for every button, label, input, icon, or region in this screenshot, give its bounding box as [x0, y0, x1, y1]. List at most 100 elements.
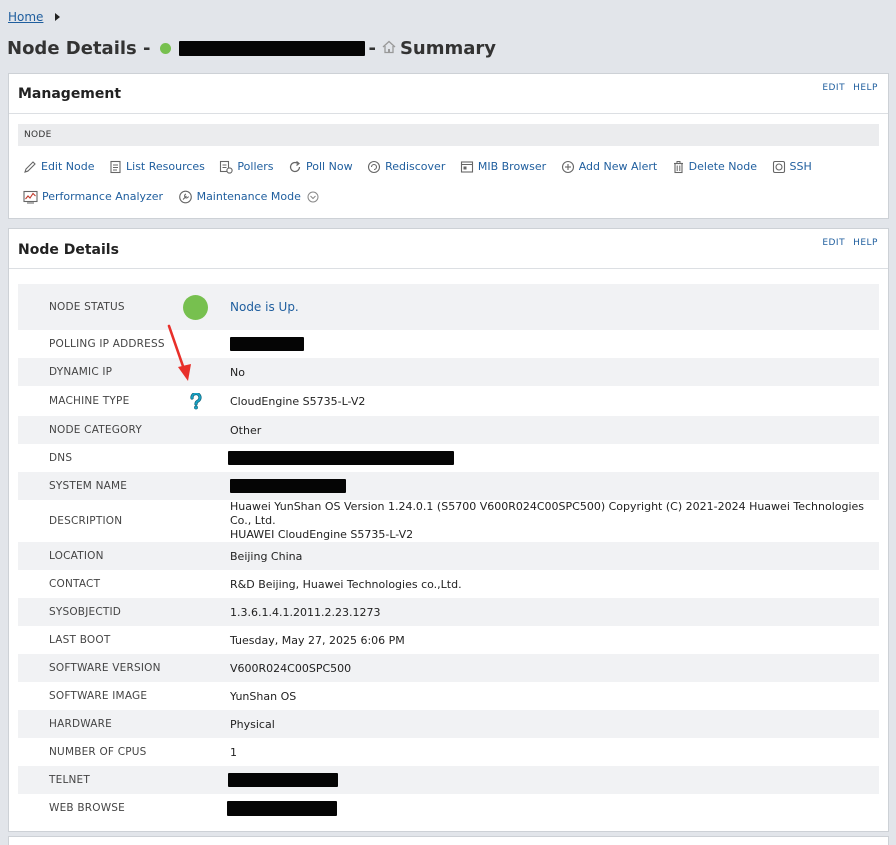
- performance-analyzer-button[interactable]: Performance Analyzer: [23, 184, 163, 210]
- mib-browser-icon: [460, 161, 473, 173]
- node-details-edit-button[interactable]: EDIT: [822, 238, 845, 248]
- row-label: DESCRIPTION: [49, 515, 123, 527]
- performance-icon: [23, 190, 38, 204]
- table-row: DESCRIPTION Huawei YunShan OS Version 1.…: [18, 500, 879, 542]
- table-row: SYSOBJECTID 1.3.6.1.4.1.2011.2.23.1273: [18, 598, 879, 626]
- status-up-icon: [160, 43, 172, 54]
- row-label: CONTACT: [49, 578, 101, 590]
- pencil-icon: [24, 161, 36, 173]
- table-row: LOCATION Beijing China: [18, 542, 879, 570]
- row-label: HARDWARE: [49, 718, 112, 730]
- poll-now-button[interactable]: Poll Now: [288, 154, 353, 180]
- refresh-icon: [289, 161, 301, 173]
- rediscover-button[interactable]: Rediscover: [367, 154, 445, 180]
- node-details-table: NODE STATUS Node is Up. POLLING IP ADDRE…: [18, 284, 879, 822]
- document-icon: [110, 160, 121, 174]
- maintenance-mode-label: Maintenance Mode: [196, 190, 301, 203]
- table-row: NODE CATEGORY Other: [18, 416, 879, 444]
- row-value: Beijing China: [230, 549, 303, 563]
- edit-node-button[interactable]: Edit Node: [23, 154, 95, 180]
- row-value: No: [230, 365, 245, 379]
- row-label: LOCATION: [49, 550, 104, 562]
- row-label: MACHINE TYPE: [49, 395, 130, 407]
- add-new-alert-button[interactable]: Add New Alert: [561, 154, 657, 180]
- row-label: POLLING IP ADDRESS: [49, 338, 165, 350]
- home-icon: [382, 38, 396, 59]
- delete-node-label: Delete Node: [688, 160, 758, 173]
- row-label: SYSOBJECTID: [49, 606, 122, 618]
- management-edit-button[interactable]: EDIT: [822, 83, 845, 93]
- delete-node-button[interactable]: Delete Node: [672, 154, 757, 180]
- redacted-system-name: [230, 479, 346, 493]
- row-label: SOFTWARE IMAGE: [49, 690, 148, 702]
- management-panel: Management EDIT HELP NODE Edit Node List…: [8, 73, 889, 219]
- table-row: NODE STATUS Node is Up.: [18, 284, 879, 330]
- pollers-button[interactable]: Pollers: [219, 154, 274, 180]
- chevron-down-icon[interactable]: [307, 191, 319, 203]
- row-value: 1.3.6.1.4.1.2011.2.23.1273: [230, 605, 381, 619]
- row-value: Tuesday, May 27, 2025 6:06 PM: [230, 633, 405, 647]
- table-row: LAST BOOT Tuesday, May 27, 2025 6:06 PM: [18, 626, 879, 654]
- redacted-web-browse: [227, 800, 337, 816]
- description-line-1: Huawei YunShan OS Version 1.24.0.1 (S570…: [230, 500, 865, 527]
- breadcrumb-caret-icon[interactable]: [55, 13, 61, 21]
- redacted-dns: [228, 451, 454, 465]
- row-label: NODE STATUS: [49, 301, 125, 313]
- mib-browser-label: MIB Browser: [477, 160, 547, 173]
- row-value: V600R024C00SPC500: [230, 661, 352, 675]
- management-panel-header: Management EDIT HELP: [9, 74, 888, 114]
- maintenance-icon: [178, 190, 192, 204]
- table-row: CONTACT R&D Beijing, Huawei Technologies…: [18, 570, 879, 598]
- table-row: DYNAMIC IP No: [18, 358, 879, 386]
- list-resources-label: List Resources: [126, 160, 205, 173]
- page-title-prefix: Node Details -: [7, 38, 151, 59]
- row-label: LAST BOOT: [49, 634, 111, 646]
- management-title: Management: [18, 86, 122, 102]
- table-row: SOFTWARE VERSION V600R024C00SPC500: [18, 654, 879, 682]
- pollers-label: Pollers: [237, 160, 274, 173]
- node-details-panel-header: Node Details EDIT HELP: [9, 229, 888, 269]
- row-value: Other: [230, 423, 262, 437]
- row-value: R&D Beijing, Huawei Technologies co.,Ltd…: [230, 577, 462, 591]
- next-panel-edge: [8, 836, 889, 845]
- node-details-panel: Node Details EDIT HELP NODE STATUS Node …: [8, 228, 889, 832]
- table-row: MACHINE TYPE CloudEngine S5735-L-V2: [18, 386, 879, 416]
- table-row: SOFTWARE IMAGE YunShan OS: [18, 682, 879, 710]
- table-row: TELNET: [18, 766, 879, 794]
- description-line-2: HUAWEI CloudEngine S5735-L-V2: [230, 528, 414, 541]
- mib-browser-button[interactable]: MIB Browser: [460, 154, 546, 180]
- table-row: NUMBER OF CPUS 1: [18, 738, 879, 766]
- status-up-icon: [183, 294, 208, 320]
- management-help-button[interactable]: HELP: [853, 83, 878, 93]
- node-section-bar: NODE: [18, 124, 879, 146]
- ssh-icon: [772, 160, 785, 174]
- help-question-icon[interactable]: [189, 393, 203, 410]
- plus-circle-icon: [561, 160, 574, 174]
- node-details-actions: EDIT HELP: [822, 238, 878, 248]
- management-actions: EDIT HELP: [822, 83, 878, 93]
- breadcrumb-home-link[interactable]: Home: [8, 10, 43, 24]
- redacted-node-name: [179, 41, 366, 56]
- maintenance-mode-button[interactable]: Maintenance Mode: [178, 184, 323, 210]
- redacted-telnet: [228, 773, 338, 787]
- row-label: NODE CATEGORY: [49, 424, 142, 436]
- edit-node-label: Edit Node: [41, 160, 95, 173]
- node-details-help-button[interactable]: HELP: [853, 238, 878, 248]
- poll-now-label: Poll Now: [306, 160, 353, 173]
- row-value: 1: [230, 745, 237, 759]
- list-resources-button[interactable]: List Resources: [109, 154, 205, 180]
- description-value: Huawei YunShan OS Version 1.24.0.1 (S570…: [230, 500, 879, 542]
- row-label: NUMBER OF CPUS: [49, 746, 147, 758]
- node-status-link[interactable]: Node is Up.: [230, 300, 299, 314]
- ssh-label: SSH: [789, 160, 812, 173]
- table-row: POLLING IP ADDRESS: [18, 330, 879, 358]
- row-label: DYNAMIC IP: [49, 366, 113, 378]
- row-value: Physical: [230, 717, 275, 731]
- ssh-button[interactable]: SSH: [772, 154, 812, 180]
- trash-icon: [673, 161, 683, 174]
- row-label: TELNET: [49, 774, 91, 786]
- rediscover-icon: [368, 160, 381, 174]
- management-toolbar: Edit Node List Resources Pollers Poll No…: [23, 154, 883, 214]
- breadcrumb: Home: [8, 10, 61, 24]
- row-label: SYSTEM NAME: [49, 480, 128, 492]
